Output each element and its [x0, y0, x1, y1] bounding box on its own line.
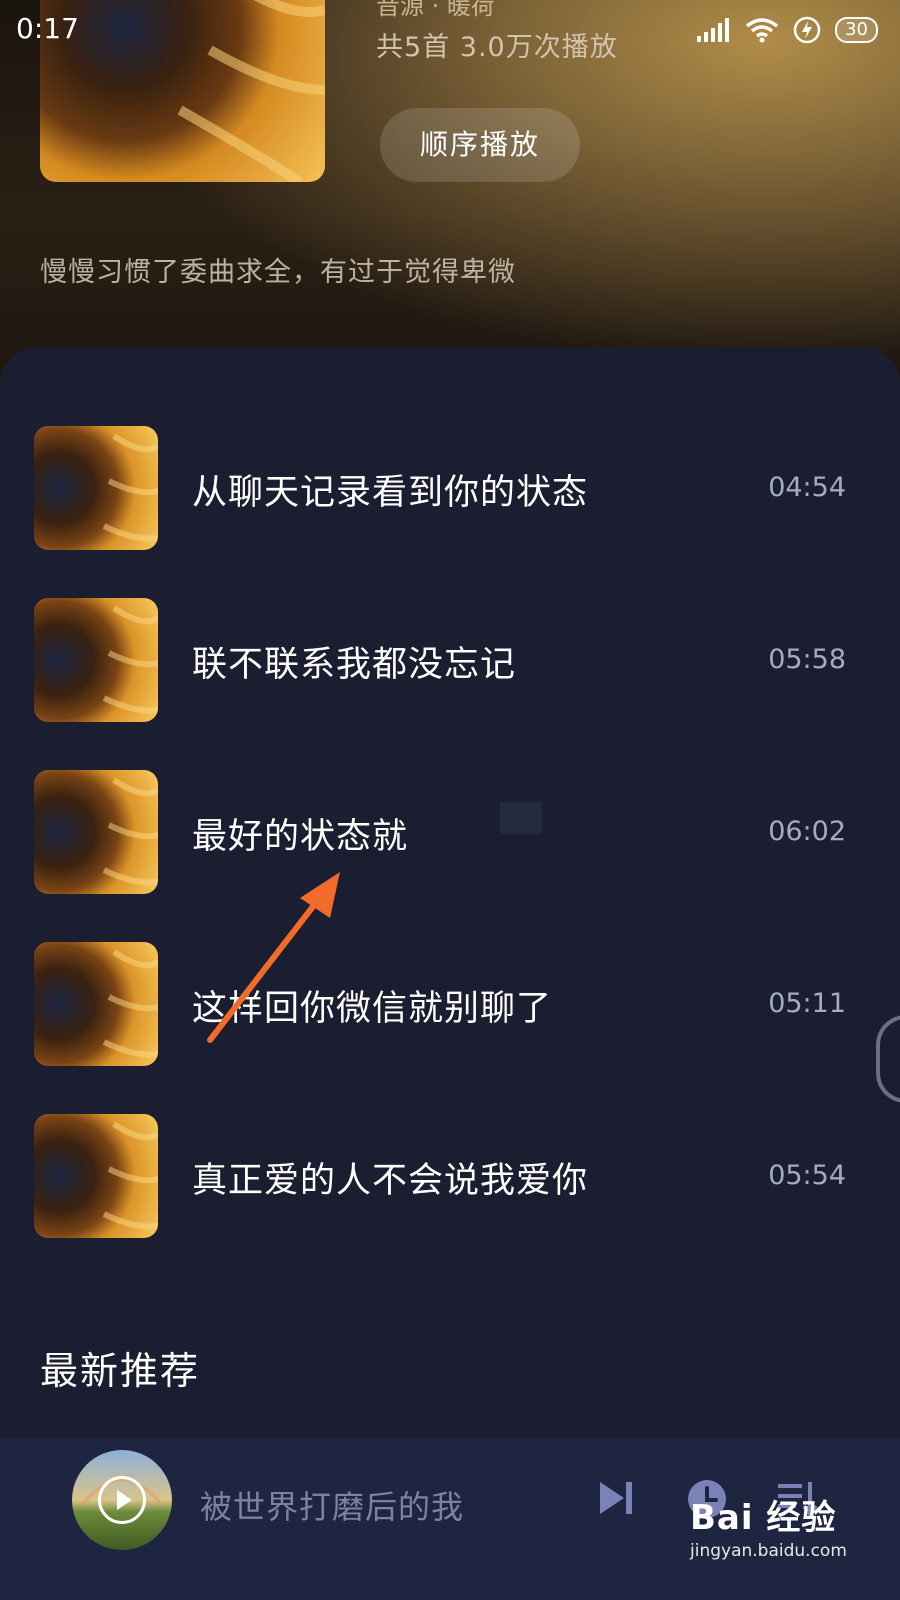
watermark: Bai 经验 jingyan.baidu.com [690, 1490, 847, 1561]
watermark-url: jingyan.baidu.com [690, 1541, 847, 1561]
now-playing-title: 被世界打磨后的我 [200, 1488, 465, 1526]
play-icon[interactable] [98, 1476, 146, 1524]
annotation-arrow-icon [207, 872, 340, 1043]
next-track-icon[interactable] [596, 1478, 636, 1518]
watermark-logo: Bai 经验 [690, 1498, 837, 1538]
